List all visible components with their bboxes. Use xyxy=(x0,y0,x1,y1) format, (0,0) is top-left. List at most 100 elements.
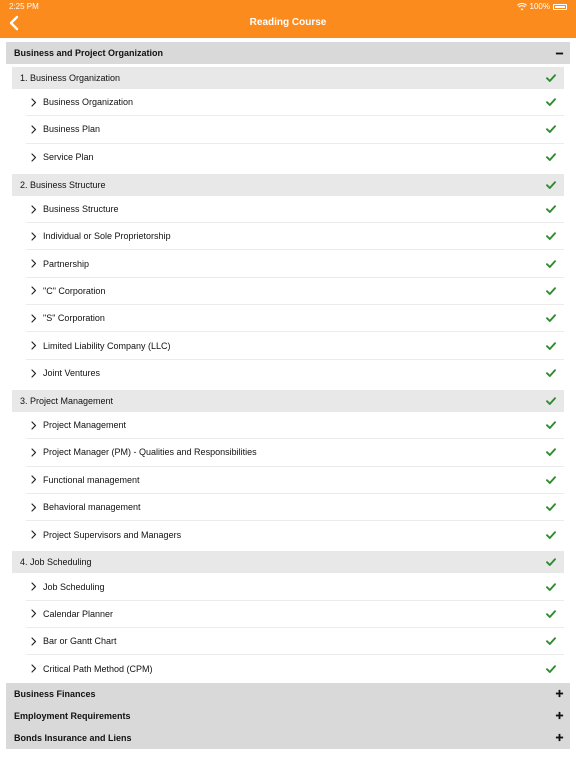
lesson-label-group: Business Organization xyxy=(30,97,133,107)
lesson-row[interactable]: Bar or Gantt Chart xyxy=(26,628,564,656)
chevron-right-icon xyxy=(31,609,37,618)
lesson-label-group: Partnership xyxy=(30,259,89,269)
lesson-list: Business Structure Individual or Sole Pro… xyxy=(12,196,564,387)
lesson-row[interactable]: Behavioral management xyxy=(26,494,564,522)
lesson-row[interactable]: Calendar Planner xyxy=(26,601,564,629)
collapsed-sections: Business Finances Employment Requirements… xyxy=(6,682,570,749)
lesson-row[interactable]: Business Structure xyxy=(26,196,564,224)
lesson-row[interactable]: Business Plan xyxy=(26,116,564,144)
lesson-label-group: Critical Path Method (CPM) xyxy=(30,664,153,674)
battery-icon xyxy=(553,3,567,10)
checkmark-icon xyxy=(546,558,556,567)
lesson-row[interactable]: Functional management xyxy=(26,467,564,494)
lesson-label-group: Individual or Sole Proprietorship xyxy=(30,231,171,241)
checkmark-icon xyxy=(546,421,556,430)
checkmark-icon xyxy=(546,369,556,378)
lesson-list: Business Organization Business Plan Servic… xyxy=(12,89,564,171)
lesson-label: Project Manager (PM) - Qualities and Res… xyxy=(43,447,257,458)
lesson-row[interactable]: "S" Corporation xyxy=(26,305,564,333)
subsection-title: 4. Job Scheduling xyxy=(20,557,92,568)
lesson-label: Calendar Planner xyxy=(43,608,114,619)
chevron-right-icon xyxy=(31,582,37,591)
checkmark-icon xyxy=(546,448,556,457)
chevron-right-icon xyxy=(31,637,37,646)
lesson-label-group: "S" Corporation xyxy=(30,313,105,323)
chevron-right-icon xyxy=(31,259,37,268)
lesson-row[interactable]: Job Scheduling xyxy=(26,573,564,601)
lesson-row[interactable]: Limited Liability Company (LLC) xyxy=(26,332,564,360)
lesson-label: Individual or Sole Proprietorship xyxy=(43,231,171,242)
lesson-label-group: Business Plan xyxy=(30,124,100,134)
section-title: Business and Project Organization xyxy=(14,48,164,58)
lesson-label: Job Scheduling xyxy=(43,581,105,592)
subsection-header-3-project-management[interactable]: 3. Project Management xyxy=(12,389,564,412)
section-header-bonds-insurance-and-liens[interactable]: Bonds Insurance and Liens xyxy=(6,726,570,749)
chevron-right-icon xyxy=(31,314,37,323)
page-title: Reading Course xyxy=(249,17,327,28)
section-header-business-finances[interactable]: Business Finances xyxy=(6,682,570,705)
lesson-label-group: Limited Liability Company (LLC) xyxy=(30,341,171,351)
lesson-label: Service Plan xyxy=(43,152,94,163)
lesson-label-group: Project Management xyxy=(30,420,126,430)
lesson-label: Business Organization xyxy=(43,97,134,108)
checkmark-icon xyxy=(546,503,556,511)
lesson-label: Bar or Gantt Chart xyxy=(43,636,117,647)
lesson-label-group: Bar or Gantt Chart xyxy=(30,636,117,646)
lesson-list: Job Scheduling Calendar Planner Bar or Gan… xyxy=(12,573,564,682)
lesson-list: Project Management Project Manager (PM) -… xyxy=(12,412,564,548)
chevron-right-icon xyxy=(31,448,37,457)
chevron-right-icon xyxy=(31,475,37,484)
lesson-row[interactable]: Service Plan xyxy=(26,144,564,171)
lesson-row[interactable]: Project Management xyxy=(26,412,564,440)
collapse-minus-icon[interactable] xyxy=(555,49,564,58)
course-list[interactable]: Business and Project Organization 1. Bus… xyxy=(6,42,570,768)
chevron-right-icon xyxy=(31,153,37,162)
section-body: 1. Business Organization Business Organiz… xyxy=(6,67,570,683)
lesson-label-group: Business Structure xyxy=(30,204,119,214)
subsection-header-1-business-organization[interactable]: 1. Business Organization xyxy=(12,67,564,89)
checkmark-icon xyxy=(546,637,556,646)
chevron-right-icon xyxy=(31,232,37,241)
checkmark-icon xyxy=(546,259,556,268)
chevron-right-icon xyxy=(31,286,37,296)
checkmark-icon xyxy=(546,181,556,189)
subsection-header-4-job-scheduling[interactable]: 4. Job Scheduling xyxy=(12,551,564,574)
checkmark-icon xyxy=(546,397,556,405)
lesson-row[interactable]: Project Supervisors and Managers xyxy=(26,521,564,548)
lesson-label-group: Job Scheduling xyxy=(30,582,105,592)
lesson-row[interactable]: Partnership xyxy=(26,250,564,278)
lesson-label: Project Supervisors and Managers xyxy=(43,529,182,540)
expand-plus-icon[interactable] xyxy=(555,733,564,742)
lesson-label-group: Service Plan xyxy=(30,152,94,162)
lesson-row[interactable]: Joint Ventures xyxy=(26,360,564,387)
lesson-row[interactable]: Project Manager (PM) - Qualities and Res… xyxy=(26,439,564,467)
lesson-label-group: Project Manager (PM) - Qualities and Res… xyxy=(30,447,257,457)
expand-plus-icon[interactable] xyxy=(555,689,564,698)
checkmark-icon xyxy=(546,610,556,618)
checkmark-icon xyxy=(546,98,556,107)
lesson-row[interactable]: "C" Corporation xyxy=(26,278,564,306)
lesson-row[interactable]: Individual or Sole Proprietorship xyxy=(26,223,564,251)
chevron-right-icon xyxy=(31,369,37,378)
lesson-label-group: Behavioral management xyxy=(30,502,141,512)
section-title: Business Finances xyxy=(14,688,96,699)
chevron-right-icon xyxy=(31,98,37,107)
lesson-label: "S" Corporation xyxy=(43,313,105,324)
chevron-right-icon xyxy=(31,204,37,214)
checkmark-icon xyxy=(546,125,556,134)
section-header-employment-requirements[interactable]: Employment Requirements xyxy=(6,704,570,727)
lesson-row[interactable]: Critical Path Method (CPM) xyxy=(26,655,564,682)
expand-plus-icon[interactable] xyxy=(555,711,564,720)
lesson-label: Behavioral management xyxy=(43,502,141,512)
checkmark-icon xyxy=(546,665,556,673)
status-indicators: 100% xyxy=(516,2,567,11)
subsection-header-2-business-structure[interactable]: 2. Business Structure xyxy=(12,173,564,196)
lesson-label: Business Plan xyxy=(43,124,101,135)
lesson-label: Joint Ventures xyxy=(43,368,101,379)
checkmark-icon xyxy=(546,582,556,591)
chevron-right-icon xyxy=(31,502,37,512)
lesson-row[interactable]: Business Organization xyxy=(26,89,564,117)
section-header-business-and-project-organization[interactable]: Business and Project Organization xyxy=(6,42,570,64)
checkmark-icon xyxy=(546,531,556,539)
chevron-right-icon xyxy=(31,421,37,430)
